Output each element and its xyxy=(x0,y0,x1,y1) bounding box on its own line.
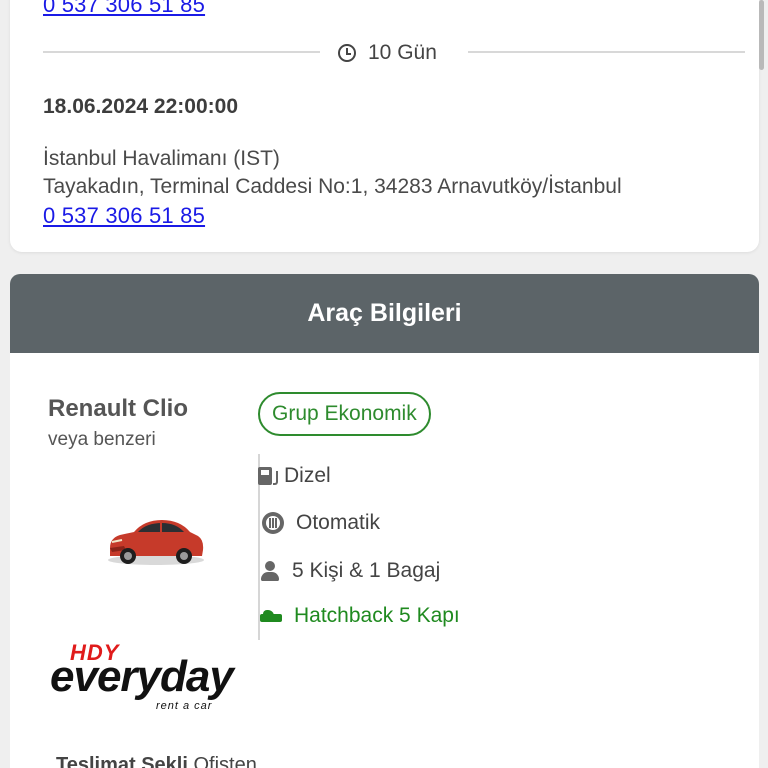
clock-icon xyxy=(338,44,356,62)
pickup-phone-link[interactable]: 0 537 306 51 85 xyxy=(43,0,205,18)
car-model-subtitle: veya benzeri xyxy=(48,429,156,450)
car-group-badge: Grup Ekonomik xyxy=(258,392,431,436)
car-body-icon xyxy=(260,610,282,622)
feature-fuel-label: Dizel xyxy=(284,464,331,487)
feature-fuel: Dizel xyxy=(258,464,331,488)
fuel-icon xyxy=(258,467,278,485)
reservation-details-page: 0 537 306 51 85 10 Gün 18.06.2024 22:00:… xyxy=(0,0,768,768)
delivery-method: Teslimat Şekli Ofisten xyxy=(56,754,257,768)
car-image xyxy=(108,520,204,565)
duration-label: 10 Gün xyxy=(338,41,437,65)
delivery-label: Teslimat Şekli xyxy=(56,754,188,768)
feature-capacity-label: 5 Kişi & 1 Bagaj xyxy=(292,559,441,582)
feature-transmission: Otomatik xyxy=(260,511,380,535)
duration-divider: 10 Gün xyxy=(43,41,745,67)
dropoff-address: Tayakadın, Terminal Caddesi No:1, 34283 … xyxy=(43,175,622,198)
feature-body-type: Hatchback 5 Kapı xyxy=(260,604,460,628)
dropoff-phone-link[interactable]: 0 537 306 51 85 xyxy=(43,203,205,229)
dropoff-datetime: 18.06.2024 22:00:00 xyxy=(43,95,238,118)
scrollbar[interactable] xyxy=(759,0,764,70)
divider-line-right xyxy=(468,51,745,53)
logo-tagline: rent a car xyxy=(156,700,213,712)
supplier-logo: HDY everyday rent a car xyxy=(48,640,248,716)
dropoff-location-name: İstanbul Havalimanı (IST) xyxy=(43,147,280,170)
feature-transmission-label: Otomatik xyxy=(296,511,381,534)
delivery-value: Ofisten xyxy=(193,754,257,768)
feature-capacity: 5 Kişi & 1 Bagaj xyxy=(260,559,440,583)
vehicle-info-header: Araç Bilgileri xyxy=(10,274,759,353)
logo-word: everyday xyxy=(50,652,234,701)
person-icon xyxy=(260,561,280,581)
gear-icon xyxy=(262,512,284,534)
car-model-name: Renault Clio xyxy=(48,395,189,422)
feature-body-type-label: Hatchback 5 Kapı xyxy=(294,604,460,627)
divider-line-left xyxy=(43,51,320,53)
duration-text: 10 Gün xyxy=(368,41,437,64)
pickup-dropoff-card: 0 537 306 51 85 10 Gün 18.06.2024 22:00:… xyxy=(10,0,759,252)
vehicle-info-card: Araç Bilgileri Renault Clio veya benzeri… xyxy=(10,274,759,768)
